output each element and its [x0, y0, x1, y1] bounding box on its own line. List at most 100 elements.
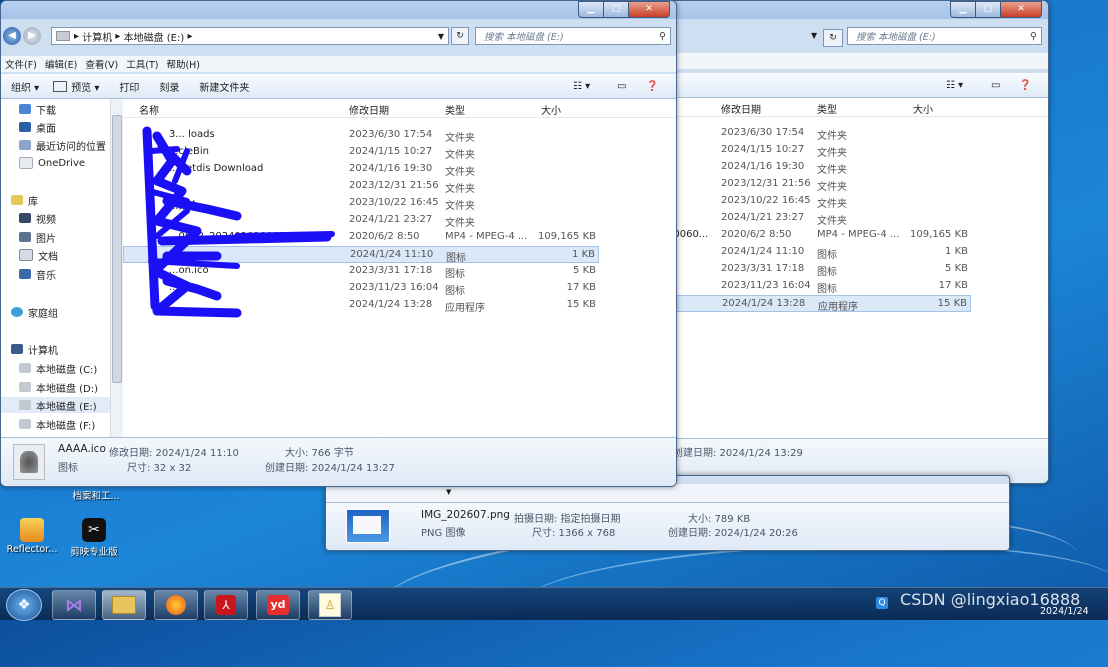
file-type: 文件夹 [817, 199, 847, 210]
file-date: 2024/1/15 10:27 [721, 144, 805, 155]
taskbar-youdao[interactable]: yd [256, 590, 300, 620]
taskbar-app[interactable]: ♙ [308, 590, 352, 620]
refresh-button[interactable]: ↻ [451, 27, 469, 45]
tray-date[interactable]: 2024/1/24 [1040, 606, 1089, 617]
column-name[interactable]: 名称 [139, 102, 159, 117]
file-thumbnail [13, 444, 45, 480]
desktop-icon-jianying[interactable]: ✂ 剪映专业版 [64, 518, 124, 558]
address-bar[interactable]: ▸ 计算机 ▸ 本地磁盘 (E:) ▸ ▼ [51, 27, 449, 45]
file-date: 2024/1/21 23:27 [721, 212, 805, 223]
help-icon[interactable]: ❓ [646, 81, 658, 92]
tray-search-icon[interactable]: Q [876, 597, 888, 609]
maximize-button[interactable]: □ [976, 1, 1001, 18]
breadcrumb-computer[interactable]: 计算机 [82, 29, 112, 44]
image-created: 创建日期: 2024/1/24 20:26 [668, 528, 798, 539]
column-size[interactable]: 大小 [913, 101, 933, 116]
close-button[interactable]: ✕ [629, 1, 670, 18]
details-size: 大小: 766 字节 [285, 448, 354, 459]
drive-e-icon [19, 400, 31, 410]
column-size[interactable]: 大小 [541, 102, 561, 117]
desktop-icon-label: 剪映专业版 [70, 547, 118, 558]
print-button[interactable]: 打印 [109, 79, 149, 94]
nav-item-drive-c[interactable]: 本地磁盘 (C:) [19, 360, 97, 376]
taskbar-firefox[interactable] [154, 590, 198, 620]
burn-button[interactable]: 刻录 [149, 79, 189, 94]
dropdown-arrow-icon[interactable]: ▼ [446, 488, 451, 496]
details-pane: AAAA.ico 图标 修改日期: 2024/1/24 11:10 尺寸: 32… [1, 437, 676, 486]
nav-item-recent[interactable]: 最近访问的位置 [19, 137, 106, 153]
nav-item-desktop[interactable]: 桌面 [19, 119, 56, 135]
close-button[interactable]: ✕ [1001, 1, 1042, 18]
file-type: 文件夹 [445, 184, 475, 195]
front-explorer-window[interactable]: ▁ □ ✕ ◀ ▶ ▸ 计算机 ▸ 本地磁盘 (E:) ▸ ▼ ↻ 搜索 本地磁… [0, 0, 677, 487]
nav-item-drive-d[interactable]: 本地磁盘 (D:) [19, 379, 98, 395]
nav-item-libraries[interactable]: 库 [11, 192, 38, 208]
preview-pane-icon[interactable]: ▭ [991, 80, 1000, 91]
view-options-icon[interactable]: ☷ ▾ [946, 80, 963, 91]
address-dropdown-arrow[interactable]: ▼ [438, 32, 444, 41]
desktop-partial-label[interactable]: 档案和工... [66, 488, 126, 502]
preview-button[interactable]: 预览 ▾ [67, 79, 109, 94]
file-date: 2023/12/31 21:56 [721, 178, 811, 189]
app-icon: ♙ [319, 593, 341, 617]
taskbar-acrobat[interactable]: ⅄ [204, 590, 248, 620]
nav-label: 图片 [36, 233, 56, 245]
taskbar-explorer[interactable] [102, 590, 146, 620]
organize-button[interactable]: 组织 ▾ [1, 79, 49, 94]
breadcrumb-drive-e[interactable]: 本地磁盘 (E:) [124, 29, 185, 44]
nav-item-computer[interactable]: 计算机 [11, 341, 58, 357]
address-row: ◀ ▶ ▸ 计算机 ▸ 本地磁盘 (E:) ▸ ▼ ↻ 搜索 本地磁盘 (E:)… [1, 27, 676, 51]
menu-help[interactable]: 帮助(H) [162, 57, 204, 71]
search-input[interactable]: 搜索 本地磁盘 (E:) ⚲ [847, 27, 1042, 45]
menu-bar: 文件(F) 编辑(E) 查看(V) 工具(T) 帮助(H) [1, 56, 676, 72]
file-type: 图标 [817, 250, 837, 261]
filelist-scrollbar[interactable] [664, 99, 676, 437]
forward-button[interactable]: ▶ [23, 27, 41, 45]
title-bar[interactable] [1, 1, 676, 19]
menu-edit[interactable]: 编辑(E) [41, 57, 81, 71]
nav-scroll-thumb[interactable] [112, 115, 122, 383]
start-button[interactable]: ❖ [6, 589, 42, 621]
help-icon[interactable]: ❓ [1019, 80, 1031, 91]
minimize-button[interactable]: ▁ [950, 1, 976, 18]
maximize-button[interactable]: □ [604, 1, 629, 18]
nav-item-downloads[interactable]: 下载 [19, 101, 56, 117]
back-button[interactable]: ◀ [3, 27, 21, 45]
desktop-icon-reflector[interactable]: Reflector... [2, 518, 62, 555]
view-options-icon[interactable]: ☷ ▾ [573, 81, 590, 92]
taskbar-visual-studio[interactable]: ⋈ [52, 590, 96, 620]
column-type[interactable]: 类型 [445, 102, 465, 117]
toolbar: 组织 ▾ 预览 ▾ 打印 刻录 新建文件夹 ☷ ▾ ▭ ❓ [1, 74, 676, 99]
menu-tools[interactable]: 工具(T) [122, 57, 162, 71]
minimize-button[interactable]: ▁ [578, 1, 604, 18]
file-type: 文件夹 [817, 148, 847, 159]
address-dropdown-arrow[interactable]: ▼ [811, 31, 817, 40]
nav-scrollbar[interactable] [110, 99, 123, 437]
menu-view[interactable]: 查看(V) [81, 57, 122, 71]
column-type[interactable]: 类型 [817, 101, 837, 116]
new-folder-button[interactable]: 新建文件夹 [189, 79, 259, 94]
search-input[interactable]: 搜索 本地磁盘 (E:) ⚲ [475, 27, 671, 45]
refresh-button[interactable]: ↻ [823, 29, 843, 47]
nav-label: 本地磁盘 (C:) [36, 364, 98, 376]
nav-item-documents[interactable]: 文档 [19, 247, 58, 263]
column-date[interactable]: 修改日期 [349, 102, 389, 117]
videos-icon [19, 213, 31, 223]
nav-item-drive-f[interactable]: 本地磁盘 (F:) [19, 416, 95, 432]
nav-item-homegroup[interactable]: 家庭组 [11, 304, 58, 320]
file-date: 2024/1/16 19:30 [721, 161, 805, 172]
details-dimensions: 尺寸: 32 x 32 [127, 463, 192, 474]
thumbnail-figure [20, 451, 38, 473]
nav-item-music[interactable]: 音乐 [19, 266, 56, 282]
nav-item-videos[interactable]: 视频 [19, 210, 56, 226]
drive-icon [56, 31, 70, 41]
column-date[interactable]: 修改日期 [721, 101, 761, 116]
nav-item-pictures[interactable]: 图片 [19, 229, 56, 245]
image-filetype: PNG 图像 [421, 528, 466, 539]
file-list: 名称 修改日期 类型 大小 3... loads 2023/6/30 17:54 文… [123, 99, 676, 437]
preview-pane-icon[interactable]: ▭ [617, 81, 626, 92]
libraries-icon [11, 195, 23, 205]
menu-file[interactable]: 文件(F) [1, 57, 41, 71]
file-type: 图标 [817, 284, 837, 295]
nav-item-onedrive[interactable]: OneDrive [19, 155, 85, 171]
